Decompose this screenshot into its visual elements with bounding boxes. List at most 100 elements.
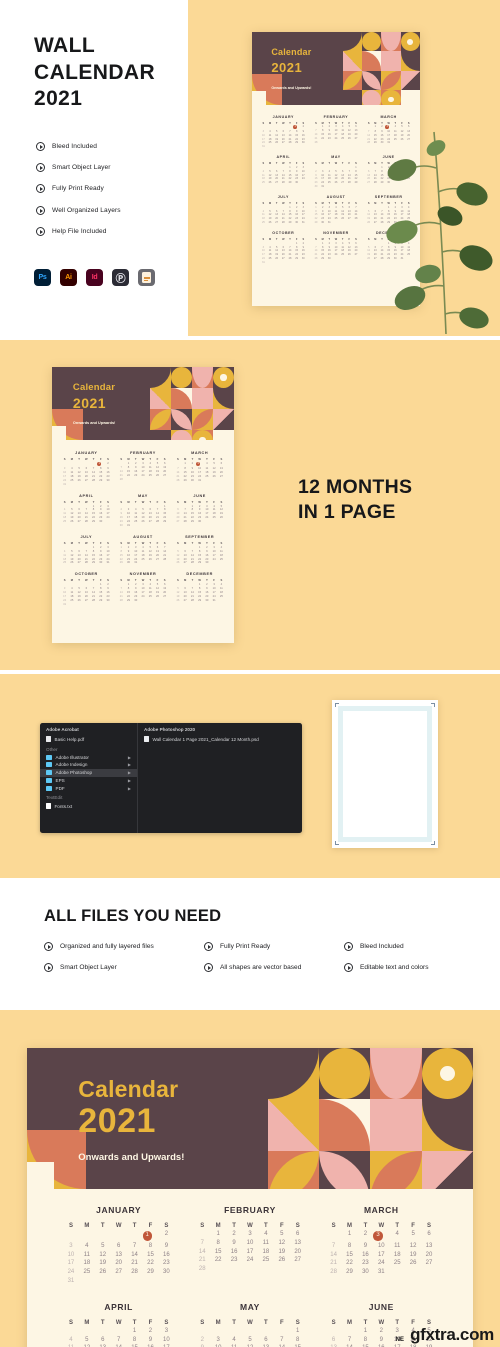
day-cell: 1 xyxy=(216,1231,220,1238)
day-cell: 28 xyxy=(84,561,88,565)
day-cell: 2 xyxy=(191,462,194,466)
empty-day-cell xyxy=(280,206,287,209)
month-name: SEPTEMBER xyxy=(185,534,215,539)
day-cell: 22 xyxy=(92,516,96,520)
empty-day-cell xyxy=(319,166,326,169)
day-cell: 20 xyxy=(341,177,345,181)
day-cell: 2 xyxy=(232,1231,236,1238)
day-cell: 16 xyxy=(119,516,123,520)
day-cell: 6 xyxy=(177,508,179,512)
weekday-initial: W xyxy=(282,162,285,166)
month-name: MARCH xyxy=(364,1204,399,1215)
day-cell: 10 xyxy=(63,470,67,474)
day-cell: 17 xyxy=(212,553,216,557)
play-circle-icon xyxy=(36,226,45,236)
day-cell: 11 xyxy=(341,245,344,249)
day-cell: 21 xyxy=(281,177,285,181)
day-cell: 8 xyxy=(92,549,95,553)
day-cell: 23 xyxy=(230,1257,238,1264)
day-cell: 17 xyxy=(205,512,209,516)
month-days: 1234567891011121314151617181920212223242… xyxy=(115,462,172,481)
weekday-initial: W xyxy=(198,541,201,545)
finder-row[interactable]: Basic Help.pdf xyxy=(40,735,137,744)
weekday-header: SMTWTFS xyxy=(58,458,115,461)
day-cell: 19 xyxy=(268,177,272,181)
month-block: APRILSMTWTFS 123456789101112131415161718… xyxy=(257,155,310,188)
month-days: 1234567891011121314151617181920212223242… xyxy=(115,546,172,565)
day-cell: 6 xyxy=(282,245,285,249)
finder-column-acrobat[interactable]: Adobe Acrobat Basic Help.pdf Other Adobe I… xyxy=(40,723,138,833)
empty-day-cell xyxy=(260,242,267,245)
geometric-tile xyxy=(362,89,382,105)
day-cell: 10 xyxy=(67,1251,75,1258)
day-cell: 1 xyxy=(92,545,95,549)
month-days: 1234567891011121314151617181920212223242… xyxy=(58,546,115,565)
day-cell: 28 xyxy=(281,181,285,185)
empty-day-cell xyxy=(287,242,294,245)
day-cell: 6 xyxy=(341,169,344,173)
weekday-initial: T xyxy=(275,121,278,125)
weekday-initial: T xyxy=(232,1222,236,1229)
finder-column-photoshop[interactable]: Adobe Photoshop 2020 Wall Calendar 1 Pag… xyxy=(138,723,302,833)
day-cell: 16 xyxy=(295,213,299,217)
day-cell: 18 xyxy=(70,474,74,478)
weekday-initial: S xyxy=(355,162,357,166)
weekday-initial: M xyxy=(374,121,377,125)
day-cell: 22 xyxy=(198,595,202,598)
selection-handle-br[interactable] xyxy=(431,841,435,845)
day-cell: 25 xyxy=(327,181,331,185)
weekday-initial: S xyxy=(63,579,66,583)
day-cell: 25 xyxy=(219,557,223,561)
day-cell: 23 xyxy=(301,137,305,141)
finder-row[interactable]: PDF ▶ xyxy=(40,784,137,792)
day-cell: 15 xyxy=(198,591,202,595)
day-cell: 31 xyxy=(321,185,325,189)
weekday-initial: S xyxy=(200,1222,205,1229)
selection-handle-tr[interactable] xyxy=(431,703,435,707)
smart-object-mockup[interactable] xyxy=(332,700,438,848)
weekday-initial: W xyxy=(115,1319,122,1326)
finder-window[interactable]: Adobe Acrobat Basic Help.pdf Other Adobe I… xyxy=(40,723,302,833)
finder-row[interactable]: Adobe Photoshop ▶ xyxy=(40,768,137,777)
day-cell: 16 xyxy=(198,512,202,516)
mockup-canvas xyxy=(338,706,432,842)
day-cell: 18 xyxy=(148,591,152,595)
finder-row[interactable]: EPS ▶ xyxy=(40,777,137,785)
day-cell: 27 xyxy=(77,520,81,524)
empty-day-cell xyxy=(280,242,287,245)
selection-handle-bl[interactable] xyxy=(335,841,339,845)
weekday-initial: S xyxy=(355,238,357,242)
feature-item: Well Organized Layers xyxy=(36,205,121,215)
day-cell: 29 xyxy=(354,181,358,185)
selection-handle-tl[interactable] xyxy=(335,703,339,707)
month-days: 1234567891011121314151617181920212223242… xyxy=(53,1328,184,1347)
month-block: JANUARY S M T W T F S 1 2 3 4 5 6 7 8 9 10 11 12 13 14 15 16 17… xyxy=(257,115,310,149)
day-cell: 31 xyxy=(63,482,67,486)
day-cell: 11 xyxy=(334,209,338,213)
geometric-tile xyxy=(381,32,401,52)
day-cell: 28 xyxy=(119,598,123,602)
weekday-initial: S xyxy=(262,162,265,166)
weekday-initial: F xyxy=(213,458,215,462)
day-cell: 18 xyxy=(268,253,272,257)
geometric-tile xyxy=(370,1150,422,1189)
day-cell: 19 xyxy=(212,470,216,474)
finder-row[interactable]: Fonts.txt xyxy=(40,802,137,811)
day-cell: 6 xyxy=(78,549,80,553)
weekday-header: SMTWTFS xyxy=(310,162,363,165)
geometric-tile xyxy=(319,1099,371,1151)
day-cell: 28 xyxy=(190,561,194,565)
finder-row[interactable]: Adobe Illustrator ▶ xyxy=(40,753,137,761)
file-feature-item: Editable text and colors xyxy=(344,963,464,972)
weekday-initial: M xyxy=(70,458,73,462)
day-cell: 10 xyxy=(212,549,216,553)
day-cell: 22 xyxy=(288,177,292,181)
day-cell: 25 xyxy=(268,257,272,261)
empty-day-cell xyxy=(83,583,90,586)
day-cell: 9 xyxy=(328,129,331,133)
finder-row[interactable]: Wall Calendar 1 Page 2021_Calendar 12 Mo… xyxy=(138,735,302,744)
finder-row[interactable]: Adobe Indesign ▶ xyxy=(40,761,137,769)
weekday-initial: S xyxy=(367,238,370,242)
day-cell: 4 xyxy=(220,545,223,549)
psd-icon xyxy=(144,736,149,743)
